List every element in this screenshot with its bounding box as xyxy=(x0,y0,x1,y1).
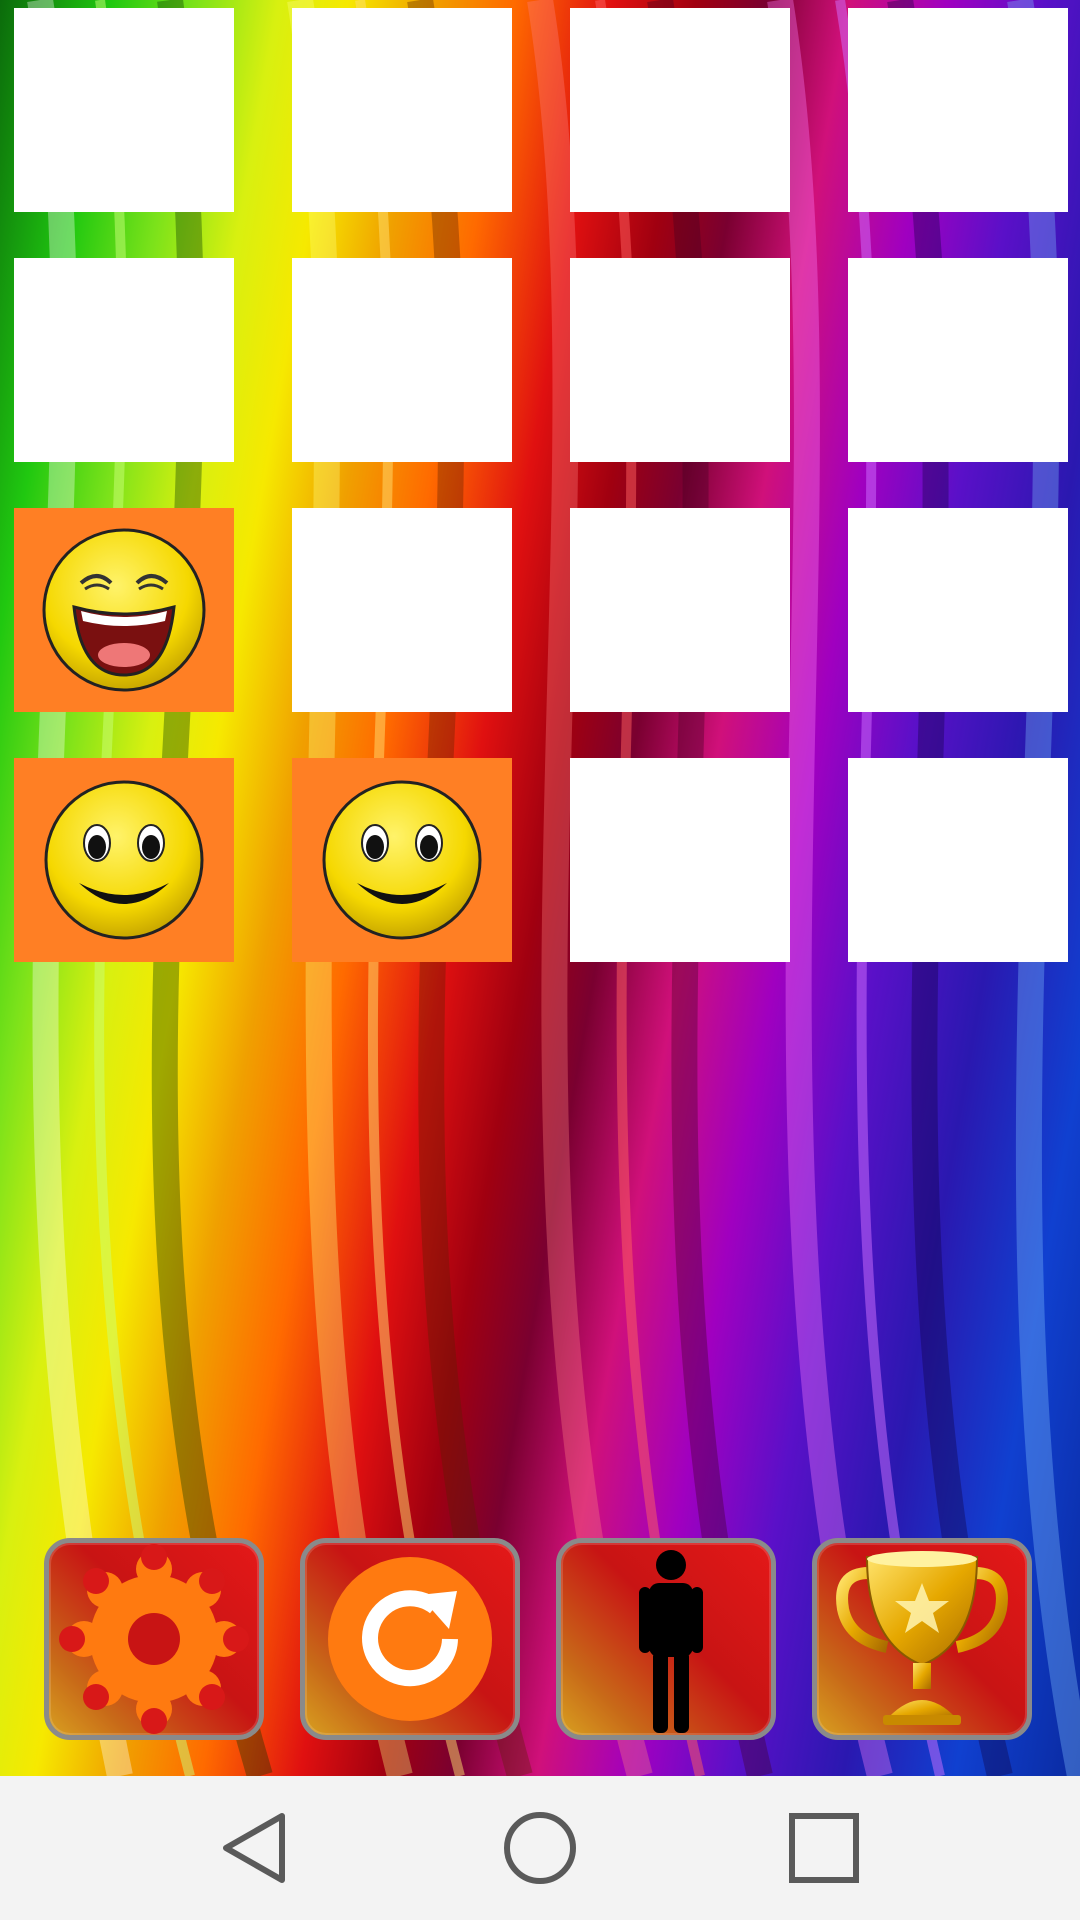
settings-button[interactable] xyxy=(44,1538,264,1740)
memory-card-revealed[interactable] xyxy=(14,508,234,712)
game-screen xyxy=(0,0,1080,1776)
smiling-face-icon xyxy=(44,780,204,940)
memory-card-revealed[interactable] xyxy=(14,758,234,962)
memory-card[interactable] xyxy=(292,8,512,212)
memory-card[interactable] xyxy=(14,258,234,462)
smiling-face-icon xyxy=(322,780,482,940)
memory-card[interactable] xyxy=(848,258,1068,462)
memory-card[interactable] xyxy=(570,758,790,962)
trophy-icon xyxy=(836,1551,1008,1725)
memory-card[interactable] xyxy=(292,508,512,712)
memory-card[interactable] xyxy=(14,8,234,212)
memory-card[interactable] xyxy=(570,8,790,212)
system-navigation-bar xyxy=(0,1776,1080,1920)
back-triangle-icon[interactable] xyxy=(216,1808,296,1888)
gear-icon xyxy=(59,1544,249,1734)
laughing-face-icon xyxy=(42,528,206,692)
memory-card[interactable] xyxy=(570,258,790,462)
memory-card[interactable] xyxy=(570,508,790,712)
leaderboard-button[interactable] xyxy=(812,1538,1032,1740)
restart-button[interactable] xyxy=(300,1538,520,1740)
memory-card[interactable] xyxy=(848,758,1068,962)
home-circle-icon[interactable] xyxy=(500,1808,580,1888)
player-button[interactable] xyxy=(556,1538,776,1740)
recents-square-icon[interactable] xyxy=(784,1808,864,1888)
person-icon xyxy=(639,1550,703,1733)
memory-card[interactable] xyxy=(292,258,512,462)
memory-card-revealed[interactable] xyxy=(292,758,512,962)
memory-card[interactable] xyxy=(848,508,1068,712)
memory-card[interactable] xyxy=(848,8,1068,212)
restart-icon xyxy=(328,1557,492,1721)
